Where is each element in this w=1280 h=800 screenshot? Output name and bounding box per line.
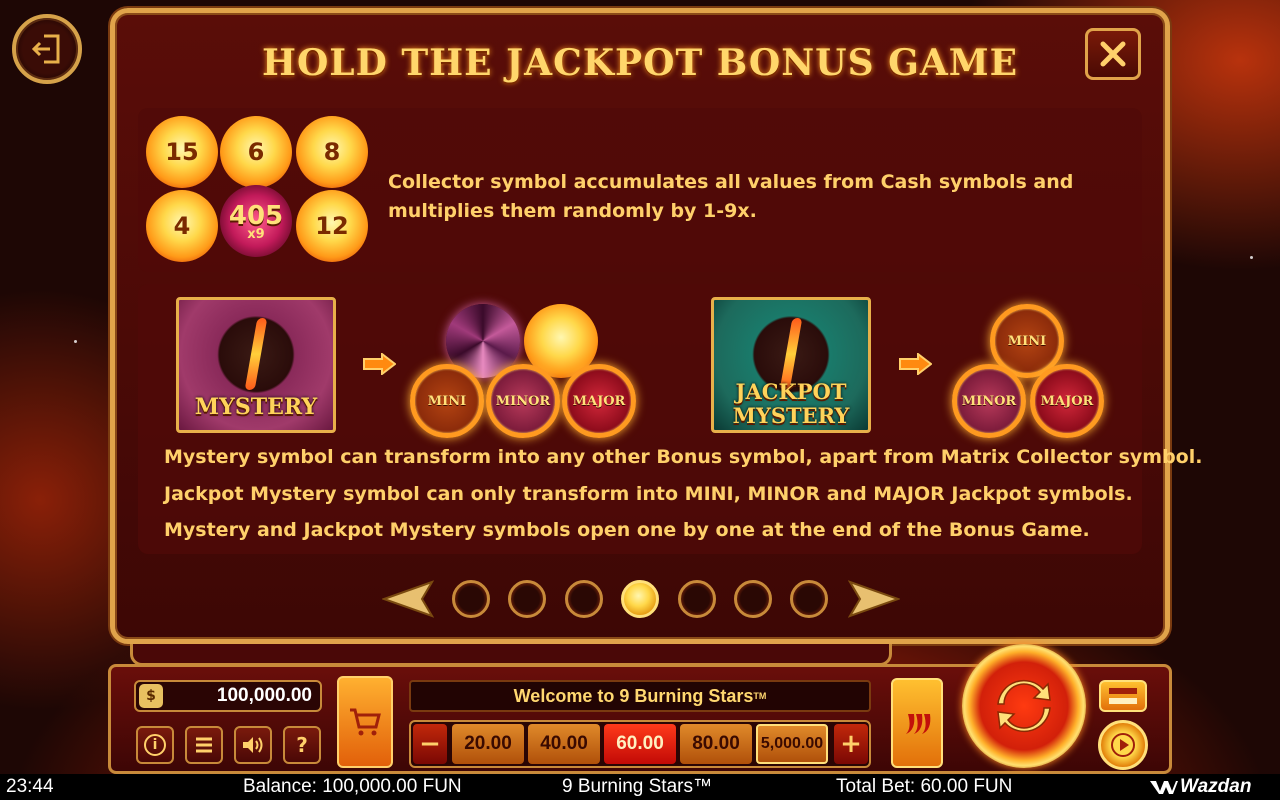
menu-button[interactable]: [185, 726, 223, 764]
buy-feature-button[interactable]: [337, 676, 393, 768]
brand-name: Wazdan: [1180, 776, 1252, 797]
page-dot[interactable]: [678, 580, 716, 618]
trademark: TM: [753, 691, 767, 701]
rule-text: Jackpot Mystery symbol can only transfor…: [164, 483, 1133, 505]
turbo-icon: [1109, 688, 1137, 704]
collector-multiplier: x9: [247, 226, 265, 242]
bet-option-selected[interactable]: 60.00: [604, 724, 676, 764]
sound-button[interactable]: [234, 726, 272, 764]
previous-page-button[interactable]: [382, 580, 434, 618]
crack-graphic: [244, 318, 268, 390]
autoplay-button[interactable]: [1098, 720, 1148, 770]
arrow-right-icon: [363, 353, 396, 375]
speaker-icon: [243, 737, 263, 753]
page-dot[interactable]: [790, 580, 828, 618]
status-bar: 23:44 Balance: 100,000.00 FUN 9 Burning …: [0, 774, 1280, 800]
quick-spin-button[interactable]: [1099, 680, 1147, 712]
collector-symbol: 405 x9: [220, 185, 292, 257]
cart-icon: [350, 708, 381, 736]
collector-description: Collector symbol accumulates all values …: [388, 171, 1074, 222]
clock: 23:44: [6, 776, 54, 797]
money-bag-icon: $: [139, 684, 163, 708]
menu-icon: [196, 737, 212, 753]
bet-option[interactable]: 80.00: [680, 724, 752, 764]
cash-symbol: 12: [296, 190, 368, 262]
jackpot-mystery-symbol: JACKPOT MYSTERY: [711, 297, 871, 433]
chili-pepper-icon: [906, 714, 931, 734]
decrease-bet-button[interactable]: −: [413, 724, 447, 764]
page-dot[interactable]: [508, 580, 546, 618]
close-icon: [1100, 41, 1126, 67]
spin-arrows-icon: [997, 679, 1051, 733]
page-dot[interactable]: [565, 580, 603, 618]
arrow-right-icon: [899, 353, 932, 375]
message-bar: Welcome to 9 Burning Stars TM: [409, 680, 871, 712]
page-dot-active[interactable]: [621, 580, 659, 618]
bet-option[interactable]: 20.00: [452, 724, 524, 764]
cash-symbol: 8: [296, 116, 368, 188]
increase-bet-button[interactable]: +: [834, 724, 868, 764]
wazdan-logo-icon: [1150, 776, 1178, 798]
mystery-symbol: MYSTERY: [176, 297, 336, 433]
cash-symbol: 15: [146, 116, 218, 188]
reel-frame-edge: [130, 644, 892, 666]
cash-symbol: 6: [220, 116, 292, 188]
bet-option[interactable]: 40.00: [528, 724, 600, 764]
mystery-label: MYSTERY: [194, 394, 318, 420]
status-total-bet: Total Bet: 60.00 FUN: [836, 776, 1013, 797]
jackpot-mystery-label-bottom: MYSTERY: [732, 403, 850, 428]
rule-text: Mystery and Jackpot Mystery symbols open…: [164, 519, 1090, 541]
status-game-name: 9 Burning Stars™: [562, 776, 712, 797]
spin-button[interactable]: [962, 644, 1086, 768]
cash-symbol: 4: [146, 190, 218, 262]
minor-jackpot-symbol: MINOR: [486, 364, 560, 438]
next-page-button[interactable]: [848, 580, 900, 618]
star-sparkle: [74, 340, 77, 343]
page-dot[interactable]: [452, 580, 490, 618]
help-button[interactable]: ?: [283, 726, 321, 764]
info-icon: i: [144, 734, 166, 756]
bet-option-max[interactable]: 5,000.00: [756, 724, 828, 764]
star-sparkle: [1250, 256, 1253, 259]
page-dot[interactable]: [734, 580, 772, 618]
info-button[interactable]: i: [136, 726, 174, 764]
welcome-text: Welcome to 9 Burning Stars: [513, 685, 754, 706]
jackpot-mystery-label-top: JACKPOT: [735, 379, 847, 404]
major-jackpot-symbol: MAJOR: [1030, 364, 1104, 438]
minor-jackpot-symbol: MINOR: [952, 364, 1026, 438]
major-jackpot-symbol: MAJOR: [562, 364, 636, 438]
pepper-feature-button[interactable]: [891, 678, 943, 768]
play-icon: [1111, 733, 1135, 757]
mini-jackpot-symbol: MINI: [410, 364, 484, 438]
close-button[interactable]: [1085, 28, 1141, 80]
rule-text: Mystery symbol can transform into any ot…: [164, 446, 1203, 468]
status-balance: Balance: 100,000.00 FUN: [243, 776, 462, 797]
